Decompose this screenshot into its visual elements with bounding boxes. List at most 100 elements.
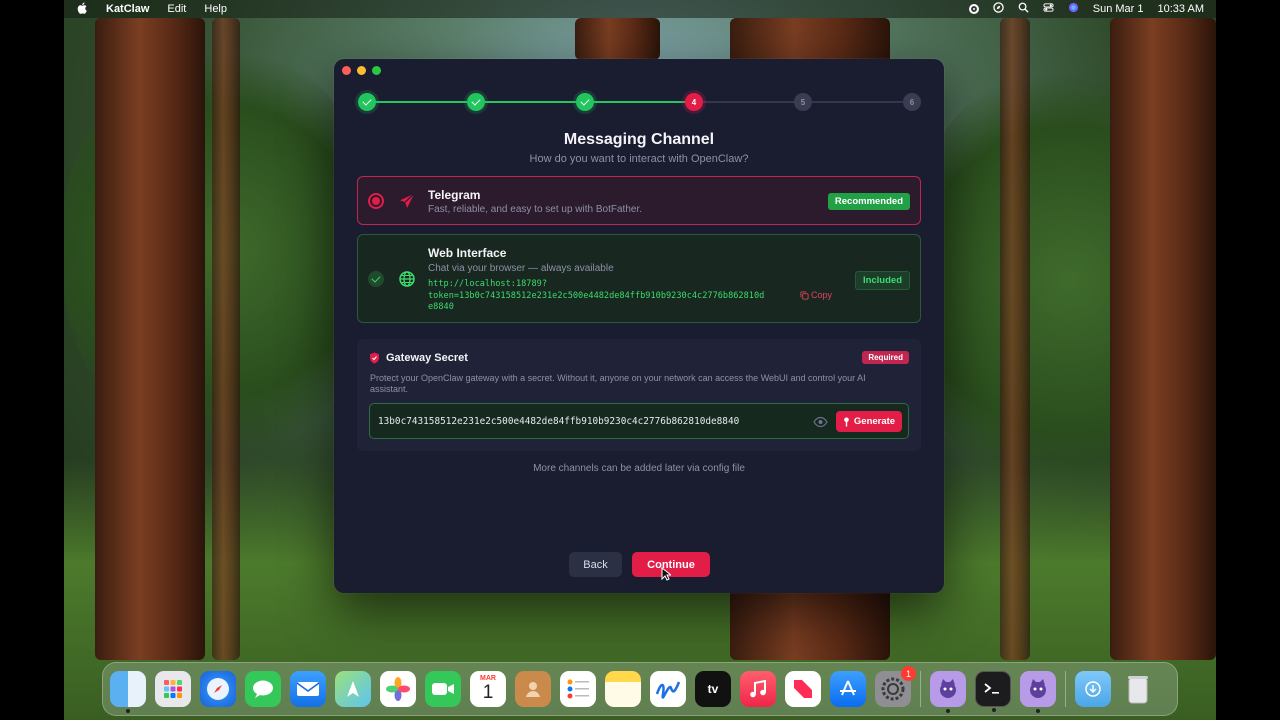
step-4-current: 4 <box>685 93 703 111</box>
calendar-day: 1 <box>482 682 494 703</box>
dock: MAR 1 tv 1 <box>102 662 1178 716</box>
dock-separator <box>1065 671 1066 707</box>
tree-trunk <box>1110 18 1216 660</box>
gateway-secret-description: Protect your OpenClaw gateway with a sec… <box>370 373 866 394</box>
search-icon[interactable] <box>1018 2 1029 16</box>
freeform-icon[interactable] <box>650 671 686 707</box>
contacts-icon[interactable] <box>515 671 551 707</box>
checkmark-icon <box>471 95 481 106</box>
required-badge: Required <box>862 351 909 364</box>
menu-bar: KatClaw Edit Help Sun Mar 1 10:33 AM <box>64 0 1216 18</box>
minimize-window-button[interactable] <box>357 66 366 75</box>
step-5: 5 <box>794 93 812 111</box>
photos-icon[interactable] <box>380 671 416 707</box>
terminal-icon[interactable] <box>975 671 1011 712</box>
music-icon[interactable] <box>740 671 776 707</box>
notes-icon[interactable] <box>605 671 641 707</box>
checkmark-icon <box>580 95 590 106</box>
setup-stepper: 4 5 6 <box>358 93 921 111</box>
launchpad-icon[interactable] <box>155 671 191 707</box>
dock-separator <box>920 671 921 707</box>
settings-notification-badge: 1 <box>901 666 916 681</box>
app-store-icon[interactable] <box>830 671 866 707</box>
news-icon[interactable] <box>785 671 821 707</box>
step-3-complete <box>576 93 594 111</box>
facetime-icon[interactable] <box>425 671 461 707</box>
telegram-radio[interactable] <box>368 193 384 209</box>
system-settings-icon[interactable]: 1 <box>875 666 916 707</box>
siri-icon[interactable] <box>1068 2 1079 16</box>
apple-tv-label: tv <box>707 682 719 696</box>
copy-url-button[interactable]: Copy <box>800 290 832 300</box>
included-badge: Included <box>854 271 910 290</box>
generate-label: Generate <box>853 416 896 427</box>
url-line-1: http://localhost:18789? <box>428 279 547 289</box>
page-title: Messaging Channel <box>563 131 715 148</box>
generate-secret-button[interactable]: Generate <box>836 411 902 432</box>
letterbox-left <box>0 0 64 720</box>
record-status-icon[interactable] <box>968 4 979 14</box>
url-line-3: e8840 <box>428 302 454 312</box>
copy-icon <box>800 290 809 300</box>
telegram-option-card[interactable]: Telegram Fast, reliable, and easy to set… <box>357 176 921 225</box>
apple-menu-icon[interactable] <box>76 2 88 17</box>
web-interface-title: Web Interface <box>428 246 507 260</box>
mouse-cursor-icon <box>661 567 671 581</box>
checkmark-icon <box>362 95 372 106</box>
telegram-title: Telegram <box>428 188 481 202</box>
mail-icon[interactable] <box>290 671 326 707</box>
step-6: 6 <box>903 93 921 111</box>
menu-date[interactable]: Sun Mar 1 <box>1093 3 1144 15</box>
running-indicator <box>992 708 996 712</box>
tree-trunk <box>1000 18 1030 660</box>
finder-icon[interactable] <box>110 671 146 713</box>
web-interface-card[interactable]: Web Interface Chat via your browser — al… <box>357 234 921 323</box>
katclaw-cat-icon[interactable] <box>930 671 966 713</box>
setup-window: 4 5 6 Messaging Channel How do you want … <box>334 59 944 593</box>
gateway-secret-value[interactable]: 13b0c743158512e231e2c500e4482de84ffb910b… <box>378 416 739 427</box>
radio-selected-dot <box>372 197 380 205</box>
url-line-2: token=13b0c743158512e231e2c500e4482de84f… <box>428 290 765 301</box>
trash-icon[interactable] <box>1120 671 1156 707</box>
compass-status-icon[interactable] <box>993 2 1004 16</box>
messages-icon[interactable] <box>245 671 281 707</box>
checkmark-icon <box>371 272 381 283</box>
key-icon <box>844 417 849 426</box>
web-included-check <box>368 271 384 287</box>
globe-icon <box>399 271 415 287</box>
calendar-icon[interactable]: MAR 1 <box>470 671 506 707</box>
menu-edit[interactable]: Edit <box>167 3 186 15</box>
send-icon <box>400 193 415 208</box>
copy-label: Copy <box>811 290 833 300</box>
reminders-icon[interactable] <box>560 671 596 707</box>
menu-app-name[interactable]: KatClaw <box>106 3 149 15</box>
close-window-button[interactable] <box>342 66 351 75</box>
shield-icon <box>370 352 379 364</box>
eye-icon[interactable] <box>813 416 828 428</box>
control-center-icon[interactable] <box>1043 2 1054 16</box>
menu-time[interactable]: 10:33 AM <box>1158 3 1204 15</box>
menu-help[interactable]: Help <box>204 3 227 15</box>
more-channels-note: More channels can be added later via con… <box>533 463 745 474</box>
gateway-secret-section: Gateway Secret Required Protect your Ope… <box>357 339 921 451</box>
continue-button[interactable]: Continue <box>632 552 710 577</box>
web-interface-url[interactable]: http://localhost:18789? token=13b0c74315… <box>428 279 808 314</box>
maps-icon[interactable] <box>335 671 371 707</box>
katclaw-cat-icon[interactable] <box>1020 671 1056 713</box>
back-button[interactable]: Back <box>569 552 622 577</box>
page-subtitle: How do you want to interact with OpenCla… <box>529 153 749 165</box>
apple-tv-icon[interactable]: tv <box>695 671 731 707</box>
tree-trunk <box>212 18 240 660</box>
tree-trunk <box>575 18 660 60</box>
maximize-window-button[interactable] <box>372 66 381 75</box>
running-indicator <box>126 709 130 713</box>
telegram-description: Fast, reliable, and easy to set up with … <box>428 204 643 215</box>
window-controls <box>342 66 381 75</box>
safari-icon[interactable] <box>200 671 236 707</box>
downloads-folder-icon[interactable] <box>1075 671 1111 707</box>
stepper-progress-line <box>367 101 694 103</box>
recommended-badge: Recommended <box>827 193 910 210</box>
step-2-complete <box>467 93 485 111</box>
gateway-secret-field[interactable]: 13b0c743158512e231e2c500e4482de84ffb910b… <box>369 403 909 439</box>
step-1-complete <box>358 93 376 111</box>
